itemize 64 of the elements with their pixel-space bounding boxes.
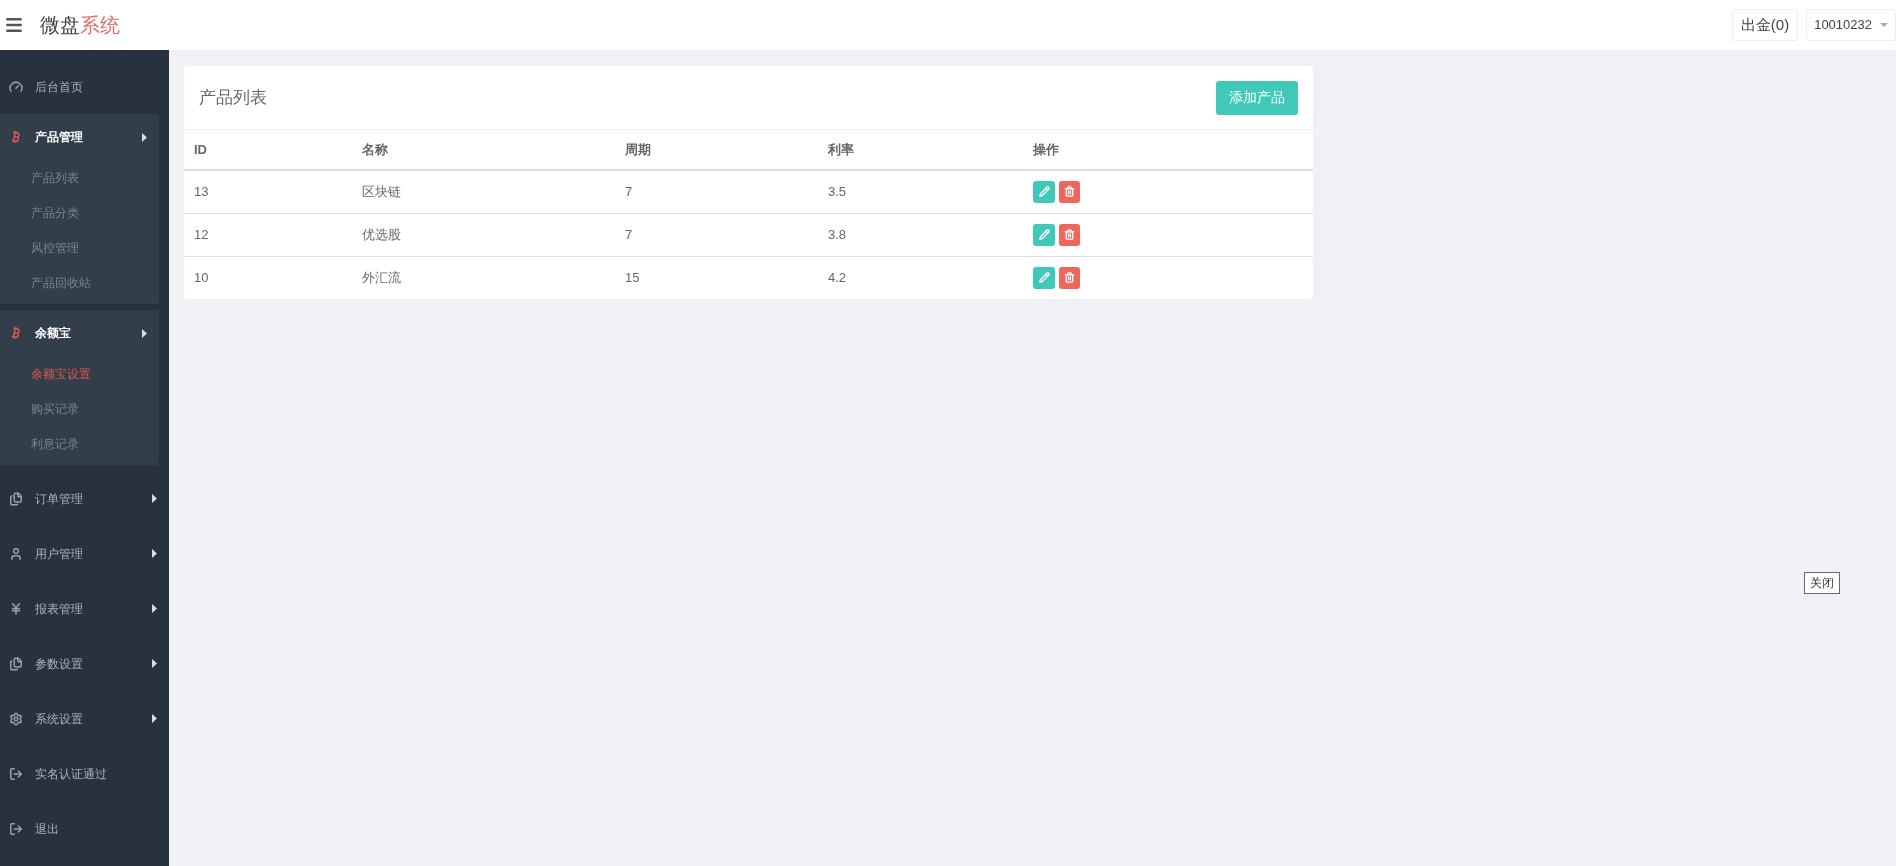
sidebar-group-label[interactable]: 余额宝 — [35, 324, 71, 342]
caret-icon — [142, 132, 147, 142]
table-cell: 3.5 — [818, 170, 1023, 213]
logout-icon — [9, 821, 23, 836]
trash-icon — [1064, 272, 1075, 284]
table-cell: 外汇流 — [352, 256, 615, 299]
sidebar-link[interactable]: 退出 — [35, 819, 59, 838]
pencil-icon — [1038, 229, 1050, 240]
sidebar-link[interactable]: 实名认证通过 — [35, 764, 107, 783]
logout-icon — [9, 766, 23, 781]
delete-button[interactable] — [1059, 266, 1080, 289]
pencil-icon — [1038, 272, 1050, 284]
caret-icon — [152, 659, 157, 668]
settings-icon — [9, 711, 23, 726]
sidebar-group-label[interactable]: 订单管理 — [35, 489, 83, 508]
trash-icon — [1064, 186, 1075, 198]
delete-button[interactable] — [1059, 180, 1080, 203]
column-header: ID — [184, 130, 352, 170]
files-icon — [9, 491, 23, 506]
card-title: 产品列表 — [199, 86, 267, 109]
table-cell: 12 — [184, 213, 352, 256]
edit-button[interactable] — [1033, 266, 1055, 289]
column-header: 操作 — [1023, 130, 1313, 170]
bitcoin-icon — [9, 130, 23, 144]
app-title-accent: 系统 — [80, 13, 120, 38]
column-header: 周期 — [615, 130, 818, 170]
sidebar-link[interactable]: 后台首页 — [35, 77, 83, 96]
dashboard-icon — [9, 79, 23, 94]
caret-icon — [152, 604, 157, 613]
dropdown-caret-icon — [1880, 23, 1888, 27]
table-cell: 4.2 — [818, 256, 1023, 299]
caret-icon — [152, 549, 157, 558]
table-cell: 区块链 — [352, 170, 615, 213]
caret-icon — [152, 494, 157, 503]
app-title: 微盘 — [40, 13, 80, 38]
menu-icon[interactable] — [4, 15, 24, 35]
pencil-icon — [1038, 186, 1050, 198]
caret-icon — [142, 328, 147, 338]
table-cell: 10 — [184, 256, 352, 299]
table-cell: 13 — [184, 170, 352, 213]
files-icon — [9, 656, 23, 671]
sidebar-group-label[interactable]: 系统设置 — [35, 709, 83, 728]
table-cell: 7 — [615, 170, 818, 213]
trash-icon — [1064, 229, 1075, 240]
user-menu[interactable]: 10010232 — [1806, 9, 1896, 41]
sidebar-group-label[interactable]: 用户管理 — [35, 544, 83, 563]
table-cell: 优选股 — [352, 213, 615, 256]
close-button[interactable]: 关闭 — [1804, 572, 1840, 594]
edit-button[interactable] — [1033, 180, 1055, 203]
yen-icon — [9, 601, 23, 616]
table-cell: 7 — [615, 213, 818, 256]
table-cell: 15 — [615, 256, 818, 299]
delete-button[interactable] — [1059, 223, 1080, 246]
edit-button[interactable] — [1033, 223, 1055, 246]
column-header: 名称 — [352, 130, 615, 170]
table-cell: 3.8 — [818, 213, 1023, 256]
sidebar-group-label[interactable]: 参数设置 — [35, 654, 83, 673]
bitcoin-icon — [9, 326, 23, 340]
column-header: 利率 — [818, 130, 1023, 170]
sidebar-group-label[interactable]: 报表管理 — [35, 599, 83, 618]
user-icon — [9, 546, 23, 561]
withdraw-button[interactable]: 出金(0) — [1731, 9, 1799, 41]
caret-icon — [152, 714, 157, 723]
sidebar-group-label[interactable]: 产品管理 — [35, 128, 83, 146]
